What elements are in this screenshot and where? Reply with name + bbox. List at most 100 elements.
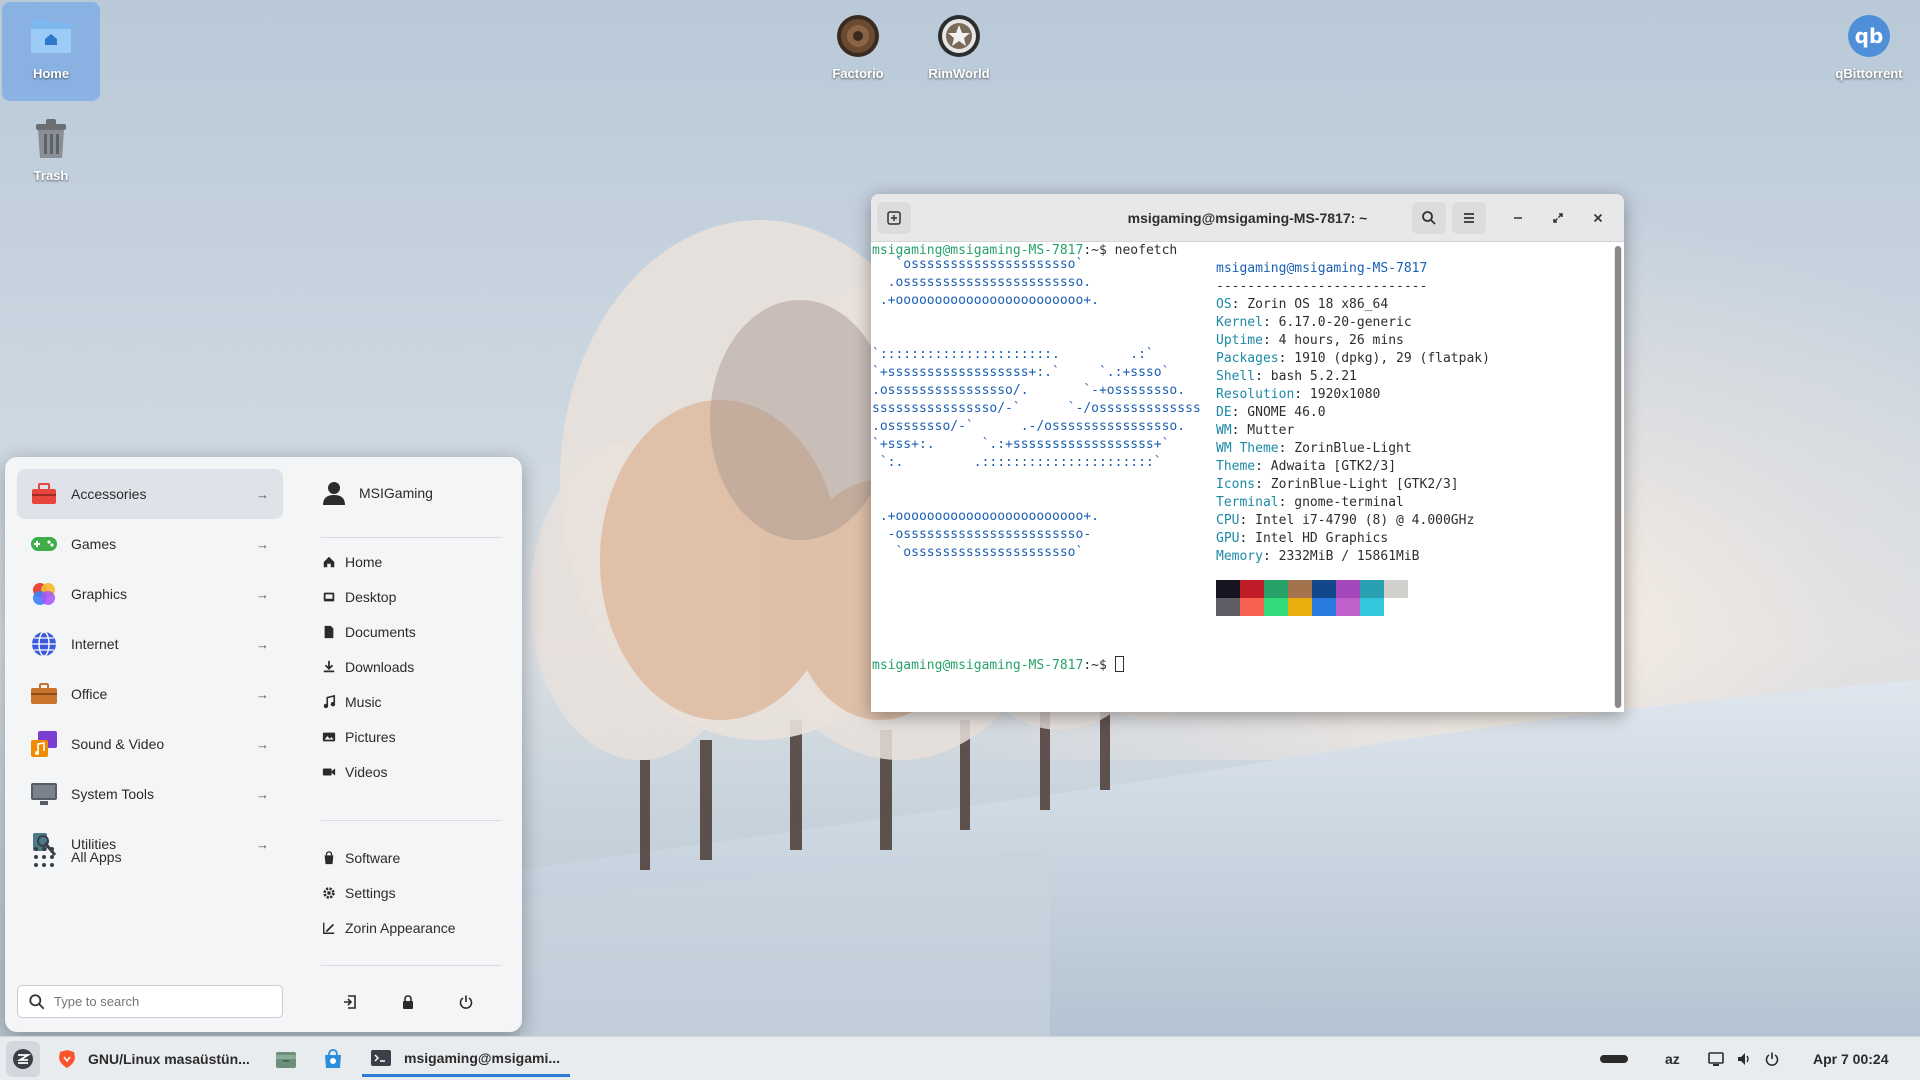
- close-button[interactable]: [1581, 202, 1615, 234]
- info-value: : Intel HD Graphics: [1239, 531, 1389, 546]
- palette-swatch: [1360, 580, 1384, 598]
- info-row: GPU: Intel HD Graphics: [1216, 530, 1388, 548]
- maximize-icon: [1553, 213, 1563, 223]
- place-pictures[interactable]: Pictures: [321, 725, 396, 749]
- taskbar-browser-window[interactable]: GNU/Linux masaüstün...: [58, 1041, 250, 1077]
- minimize-button[interactable]: [1501, 202, 1535, 234]
- download-icon: [321, 659, 337, 675]
- palette-swatch: [1336, 580, 1360, 598]
- category-accessories[interactable]: Accessories →: [17, 469, 283, 519]
- info-value: : 4 hours, 26 mins: [1262, 333, 1404, 348]
- place-documents[interactable]: Documents: [321, 620, 416, 644]
- place-home[interactable]: Home: [321, 550, 382, 574]
- place-downloads[interactable]: Downloads: [321, 655, 414, 679]
- music-icon: [29, 729, 59, 759]
- system-zorin-appearance[interactable]: Zorin Appearance: [321, 916, 456, 940]
- divider: [321, 820, 501, 821]
- browser-window-title: GNU/Linux masaüstün...: [88, 1051, 250, 1067]
- prompt-suffix: :~$: [1083, 658, 1107, 673]
- place-label: Downloads: [345, 659, 415, 675]
- desktop-icon-label: qBittorrent: [1835, 66, 1903, 81]
- search-button[interactable]: [1412, 202, 1446, 234]
- lock-button[interactable]: [391, 985, 425, 1019]
- palette-swatch: [1312, 580, 1336, 598]
- palette-swatch: [1264, 598, 1288, 616]
- category-games[interactable]: Games →: [17, 519, 283, 569]
- desktop-icon-label: RimWorld: [928, 66, 990, 81]
- keyboard-layout[interactable]: az: [1665, 1037, 1680, 1080]
- display-icon: [1708, 1052, 1724, 1066]
- info-row: WM: Mutter: [1216, 422, 1294, 440]
- logo-line: -osssssssssssssssssssssso-: [872, 527, 1092, 542]
- close-icon: [1593, 213, 1603, 223]
- category-label: Sound & Video: [71, 736, 165, 752]
- place-videos[interactable]: Videos: [321, 760, 388, 784]
- info-value: : 1910 (dpkg), 29 (flatpak): [1278, 351, 1490, 366]
- terminal-output[interactable]: msigaming@msigaming-MS-7817:~$ neofetch …: [871, 242, 1612, 712]
- desktop-icon-home[interactable]: Home: [2, 2, 100, 101]
- place-label: Desktop: [345, 589, 397, 605]
- info-row: OS: Zorin OS 18 x86_64: [1216, 296, 1388, 314]
- category-system-tools[interactable]: System Tools →: [17, 769, 283, 819]
- desktop-icon-qbittorrent[interactable]: qb qBittorrent: [1820, 2, 1918, 81]
- place-label: Videos: [345, 764, 388, 780]
- terminal-titlebar[interactable]: msigaming@msigaming-MS-7817: ~: [871, 194, 1624, 242]
- all-apps-button[interactable]: All Apps: [17, 832, 283, 882]
- workspace-indicator[interactable]: [1600, 1037, 1628, 1080]
- power-button[interactable]: [449, 985, 483, 1019]
- arrow-right-icon: →: [256, 786, 269, 802]
- menu-button[interactable]: [1452, 202, 1486, 234]
- taskbar-terminal-window[interactable]: msigaming@msigami...: [362, 1041, 570, 1077]
- place-desktop[interactable]: Desktop: [321, 585, 396, 609]
- logo-line: .ossssssssssssssso/. `-+ossssssso.: [872, 383, 1186, 398]
- system-settings[interactable]: Settings: [321, 881, 396, 905]
- category-graphics[interactable]: Graphics →: [17, 569, 283, 619]
- lock-icon: [403, 995, 413, 1009]
- system-tray[interactable]: [1708, 1037, 1780, 1080]
- power-icon: [459, 995, 473, 1009]
- info-row: Terminal: gnome-terminal: [1216, 494, 1404, 512]
- zorin-menu-button[interactable]: [6, 1041, 40, 1077]
- desktop-icon-rimworld[interactable]: RimWorld: [910, 2, 1008, 81]
- maximize-button[interactable]: [1541, 202, 1575, 234]
- new-tab-button[interactable]: [877, 202, 911, 234]
- qbittorrent-icon: qb: [1845, 12, 1893, 60]
- logo-line: `+ssssssssssssssssss+:.` `.:+ssso`: [872, 365, 1170, 380]
- system-label: Zorin Appearance: [345, 920, 456, 936]
- search-box[interactable]: [17, 985, 283, 1018]
- info-key: DE: [1216, 405, 1232, 420]
- scrollbar[interactable]: [1614, 246, 1622, 708]
- scrollbar-thumb[interactable]: [1615, 246, 1621, 708]
- prompt-line: msigaming@msigaming-MS-7817:~$: [872, 656, 1124, 674]
- appearance-icon: [321, 920, 337, 936]
- logout-button[interactable]: [333, 985, 367, 1019]
- monitor-icon: [29, 779, 59, 809]
- palette-swatch: [1240, 580, 1264, 598]
- palette-swatch: [1288, 598, 1312, 616]
- document-icon: [321, 624, 337, 640]
- arrow-right-icon: →: [256, 536, 269, 552]
- info-row: Theme: Adwaita [GTK2/3]: [1216, 458, 1396, 476]
- system-software[interactable]: Software: [321, 846, 400, 870]
- desktop-icon-factorio[interactable]: Factorio: [809, 2, 907, 81]
- new-tab-icon: [887, 211, 901, 225]
- grid-icon: [29, 842, 59, 872]
- logo-line: `osssssssssssssssssssso`: [872, 545, 1084, 560]
- info-row: Resolution: 1920x1080: [1216, 386, 1380, 404]
- category-office[interactable]: Office →: [17, 669, 283, 719]
- search-input[interactable]: [54, 994, 274, 1009]
- prompt-user: msigaming@msigaming-MS-7817: [872, 658, 1084, 673]
- user-account[interactable]: MSIGaming: [321, 477, 433, 509]
- info-value: : 6.17.0-20-generic: [1262, 315, 1412, 330]
- place-music[interactable]: Music: [321, 690, 382, 714]
- info-key: Resolution: [1216, 387, 1295, 402]
- terminal-window[interactable]: msigaming@msigaming-MS-7817: ~ msigaming…: [871, 194, 1624, 712]
- desktop-icon-trash[interactable]: Trash: [2, 104, 100, 183]
- info-key: Kernel: [1216, 315, 1263, 330]
- category-sound-video[interactable]: Sound & Video →: [17, 719, 283, 769]
- clock[interactable]: Apr 7 00:24: [1813, 1037, 1888, 1080]
- taskbar-files[interactable]: [275, 1041, 297, 1077]
- info-key: GPU: [1216, 531, 1240, 546]
- taskbar-software[interactable]: [322, 1041, 344, 1077]
- category-internet[interactable]: Internet →: [17, 619, 283, 669]
